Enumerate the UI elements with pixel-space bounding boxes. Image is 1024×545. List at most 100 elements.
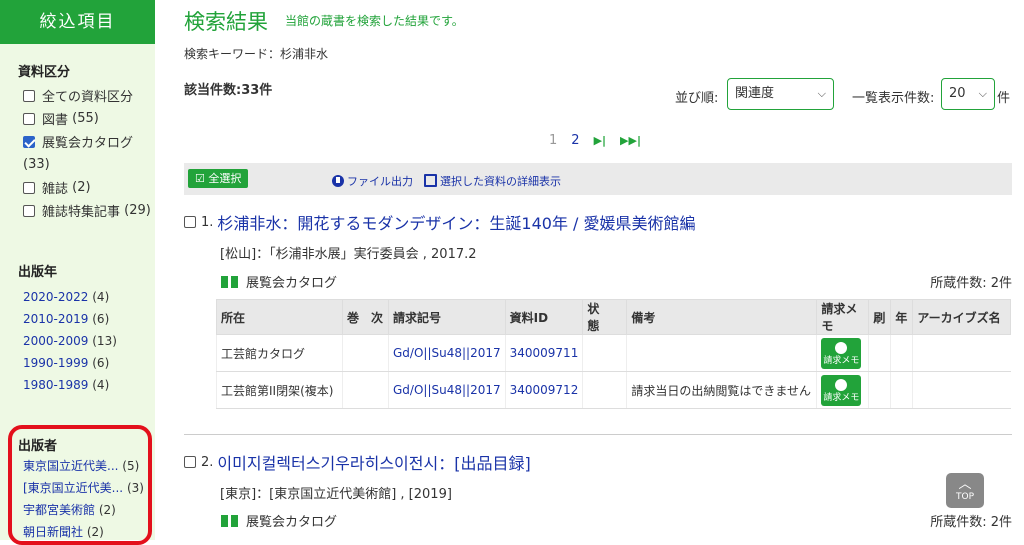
request-memo-button[interactable]: 請求メモ bbox=[821, 374, 862, 406]
cell-archive bbox=[912, 334, 1011, 372]
detail-icon bbox=[424, 174, 437, 187]
record-number: 1. bbox=[201, 214, 214, 230]
cell-print bbox=[868, 334, 891, 372]
cell-status bbox=[582, 371, 627, 409]
top-label: TOP bbox=[955, 492, 974, 502]
chevron-down-icon: ⌵ bbox=[978, 87, 987, 100]
record-type-label: 展覧会カタログ bbox=[246, 276, 338, 291]
year-title: 出版年 bbox=[18, 265, 58, 280]
cell-location: 工芸館カタログ bbox=[216, 334, 343, 372]
col-year: 年 bbox=[890, 299, 914, 335]
record-publication: [松山]：「杉浦非水展」実行委員会 , 2017.2 bbox=[220, 247, 477, 262]
year-link[interactable]: 2010-2019 (6) bbox=[18, 308, 155, 330]
cell-id[interactable]: 340009712 bbox=[504, 371, 583, 409]
page-size-select[interactable]: 20 ⌵ bbox=[941, 78, 995, 110]
book-icon bbox=[221, 514, 238, 527]
request-memo-button[interactable]: 請求メモ bbox=[821, 337, 862, 369]
page-size-suffix: 件 bbox=[997, 91, 1011, 106]
record-title-link[interactable]: 杉浦非水：開花するモダンデザイン：生誕140年 / 愛媛県美術館編 bbox=[217, 210, 695, 234]
record-type: 展覧会カタログ bbox=[221, 272, 337, 291]
chevron-down-icon: ⌵ bbox=[817, 87, 826, 100]
filter-exhibition-catalog[interactable]: 展覧会カタログ bbox=[16, 130, 155, 153]
filter-count: (33) bbox=[23, 157, 50, 172]
checkbox[interactable] bbox=[23, 204, 35, 217]
selected-detail-label: 選択した資料の詳細表示 bbox=[440, 175, 561, 188]
page-size-label: 一覧表示件数: bbox=[852, 91, 935, 106]
hit-count: 該当件数:33件 bbox=[184, 83, 273, 98]
memo-icon bbox=[835, 341, 848, 354]
sort-select[interactable]: 関連度 ⌵ bbox=[727, 78, 834, 110]
page-title: 検索結果 bbox=[184, 10, 268, 34]
record-publication: [東京]：[東京国立近代美術館] , [2019] bbox=[220, 487, 452, 502]
material-type-title: 資料区分 bbox=[18, 65, 71, 80]
holdings-table: 所在 巻 次 請求記号 資料ID 状 態 備考 請求メモ 刷 年 アーカイブズ名… bbox=[216, 299, 1011, 409]
results-toolbar: ☑ 全選択 ファイル出力 選択した資料の詳細表示 bbox=[184, 163, 1012, 195]
record-holdings: 所蔵件数: 2件 bbox=[930, 276, 1012, 291]
checkbox[interactable] bbox=[23, 89, 35, 102]
year-link[interactable]: 1980-1989 (4) bbox=[18, 374, 155, 396]
filter-label: 図書 bbox=[42, 113, 69, 128]
cell-location: 工芸館第II閉架(複本) bbox=[216, 371, 343, 409]
page-size-value: 20 bbox=[949, 86, 966, 101]
page-2-link[interactable]: 2 bbox=[571, 133, 579, 148]
select-all-button[interactable]: ☑ 全選択 bbox=[188, 169, 249, 188]
col-print: 刷 bbox=[868, 299, 892, 335]
cell-call-number[interactable]: Gd/O||Su48||2017 bbox=[388, 334, 506, 372]
cell-call-number[interactable]: Gd/O||Su48||2017 bbox=[388, 371, 506, 409]
cell-volume bbox=[342, 371, 389, 409]
export-icon bbox=[332, 175, 344, 187]
file-export-label: ファイル出力 bbox=[347, 175, 413, 188]
record-checkbox[interactable] bbox=[184, 216, 196, 228]
record-checkbox[interactable] bbox=[184, 456, 196, 468]
file-export-link[interactable]: ファイル出力 bbox=[332, 173, 413, 189]
col-status: 状 態 bbox=[582, 299, 628, 335]
last-page-icon[interactable]: ▶▶| bbox=[620, 134, 641, 147]
search-keyword: 検索キーワード：杉浦非水 bbox=[184, 47, 329, 61]
sort-value: 関連度 bbox=[735, 86, 775, 101]
filter-count: (2) bbox=[72, 180, 91, 195]
cell-note: 請求当日の出納閲覧はできません bbox=[626, 371, 817, 409]
record-holdings: 所蔵件数: 2件 bbox=[930, 515, 1012, 530]
cell-memo: 請求メモ bbox=[816, 371, 869, 409]
publisher-highlight-box bbox=[8, 425, 152, 545]
next-page-icon[interactable]: ▶| bbox=[594, 134, 606, 147]
back-to-top-button[interactable]: ︿ TOP bbox=[946, 473, 984, 508]
filter-count-row: (33) bbox=[16, 153, 155, 176]
record-type-label: 展覧会カタログ bbox=[246, 515, 338, 530]
cell-id[interactable]: 340009711 bbox=[504, 334, 583, 372]
filter-magazines[interactable]: 雑誌 (2) bbox=[16, 176, 155, 199]
filter-label: 全ての資料区分 bbox=[42, 90, 134, 105]
current-page: 1 bbox=[549, 133, 558, 148]
col-call-number: 請求記号 bbox=[388, 299, 506, 335]
col-archive: アーカイブズ名 bbox=[912, 299, 1011, 335]
chevron-up-icon: ︿ bbox=[958, 477, 972, 492]
memo-icon bbox=[835, 378, 848, 391]
cell-note bbox=[626, 334, 817, 372]
record-divider bbox=[184, 434, 1012, 435]
checkbox[interactable] bbox=[23, 181, 35, 194]
filter-books[interactable]: 図書 (55) bbox=[16, 107, 155, 130]
memo-label: 請求メモ bbox=[823, 392, 860, 403]
table-row: 工芸館第II閉架(複本) Gd/O||Su48||2017 340009712 … bbox=[216, 371, 1011, 409]
year-link[interactable]: 2000-2009 (13) bbox=[18, 330, 155, 352]
record-title-link[interactable]: 이미지컬렉터스기우라히스이전시：[出品目録] bbox=[217, 450, 530, 474]
filter-label: 雑誌 bbox=[42, 182, 69, 197]
filter-all-types[interactable]: 全ての資料区分 bbox=[16, 84, 155, 107]
col-note: 備考 bbox=[626, 299, 818, 335]
memo-label: 請求メモ bbox=[823, 355, 860, 366]
filter-count: (55) bbox=[72, 111, 99, 126]
checkbox[interactable] bbox=[23, 112, 35, 125]
record-type: 展覧会カタログ bbox=[221, 511, 337, 530]
year-link[interactable]: 2020-2022 (4) bbox=[18, 286, 155, 308]
selected-detail-link[interactable]: 選択した資料の詳細表示 bbox=[424, 173, 561, 189]
filter-magazine-articles[interactable]: 雑誌特集記事 (29) bbox=[16, 199, 155, 222]
col-location: 所在 bbox=[216, 299, 343, 335]
filter-count: (29) bbox=[124, 203, 151, 218]
sidebar-header: 絞込項目 bbox=[0, 0, 155, 44]
cell-year bbox=[890, 371, 913, 409]
checkbox-checked[interactable] bbox=[23, 135, 35, 148]
filter-label: 雑誌特集記事 bbox=[42, 205, 121, 220]
year-link[interactable]: 1990-1999 (6) bbox=[18, 352, 155, 374]
check-icon: ☑ bbox=[195, 172, 205, 185]
pagination: 1 2 ▶| ▶▶| bbox=[549, 133, 641, 148]
